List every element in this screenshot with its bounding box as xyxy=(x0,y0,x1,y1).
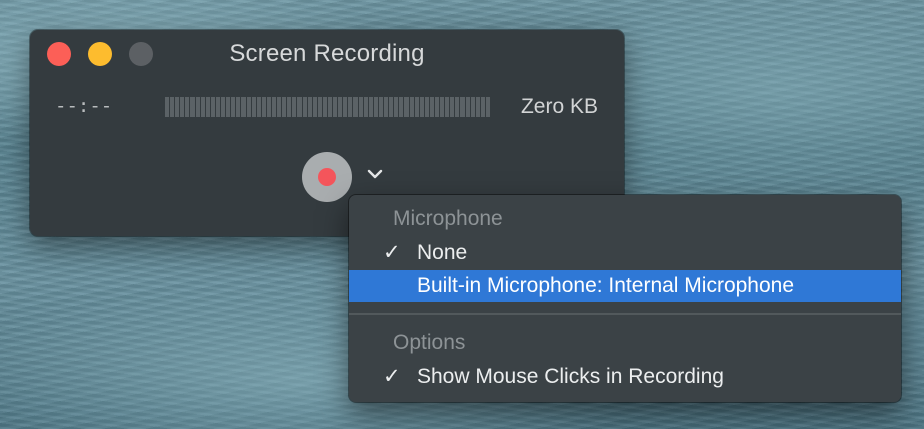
meter-segment xyxy=(195,97,200,117)
meter-segment xyxy=(200,97,205,117)
file-size: Zero KB xyxy=(520,95,598,118)
meter-segment xyxy=(317,97,322,117)
meter-segment xyxy=(363,97,368,117)
meter-segment xyxy=(429,97,434,117)
meter-segment xyxy=(353,97,358,117)
options-menu: Microphone ✓ None Built-in Microphone: I… xyxy=(349,195,901,402)
meter-segment xyxy=(368,97,373,117)
meter-segment xyxy=(297,97,302,117)
meter-segment xyxy=(485,97,490,117)
menu-separator xyxy=(349,313,901,315)
meter-segment xyxy=(440,97,445,117)
meter-segment xyxy=(277,97,282,117)
record-button[interactable] xyxy=(302,152,352,202)
meter-segment xyxy=(333,97,338,117)
menu-item-label: None xyxy=(417,241,468,264)
meter-segment xyxy=(190,97,195,117)
window-title: Screen Recording xyxy=(229,40,425,67)
record-icon xyxy=(318,168,336,186)
meter-segment xyxy=(287,97,292,117)
meter-segment xyxy=(338,97,343,117)
meter-segment xyxy=(246,97,251,117)
meter-segment xyxy=(389,97,394,117)
meter-segment xyxy=(210,97,215,117)
meter-segment xyxy=(282,97,287,117)
meter-segment xyxy=(307,97,312,117)
meter-segment xyxy=(221,97,226,117)
meter-segment xyxy=(292,97,297,117)
meter-segment xyxy=(434,97,440,117)
checkmark-icon: ✓ xyxy=(383,365,401,388)
meter-segment xyxy=(251,97,256,117)
meter-segment xyxy=(241,97,246,117)
meter-segment xyxy=(450,97,455,117)
meter-segment xyxy=(236,97,241,117)
meter-segment xyxy=(414,97,419,117)
chevron-down-icon[interactable] xyxy=(366,168,384,180)
menu-item-label: Show Mouse Clicks in Recording xyxy=(417,365,724,388)
meter-segment xyxy=(231,97,236,117)
meter-segment xyxy=(185,97,190,117)
meter-segment xyxy=(170,97,175,117)
meter-segment xyxy=(205,97,210,117)
meter-segment xyxy=(266,97,271,117)
meter-segment xyxy=(215,97,221,117)
meter-segment xyxy=(175,97,180,117)
meter-segment xyxy=(424,97,429,117)
menu-header-options: Options xyxy=(393,331,466,354)
elapsed-time: --:-- xyxy=(55,95,113,117)
meter-segment xyxy=(348,97,353,117)
meter-segment xyxy=(312,97,317,117)
meter-segment xyxy=(261,97,266,117)
menu-item-label: Built-in Microphone: Internal Microphone xyxy=(417,274,795,297)
meter-segment xyxy=(322,97,327,117)
meter-segment xyxy=(404,97,409,117)
meter-segment xyxy=(358,97,363,117)
meter-segment xyxy=(480,97,485,117)
menu-item-microphone-none[interactable]: ✓ None xyxy=(349,237,901,269)
meter-segment xyxy=(271,97,277,117)
meter-segment xyxy=(419,97,424,117)
meter-segment xyxy=(226,97,231,117)
meter-segment xyxy=(343,97,348,117)
meter-segment xyxy=(399,97,404,117)
meter-segment xyxy=(165,97,170,117)
meter-segment xyxy=(384,97,389,117)
menu-item-builtin-microphone[interactable]: Built-in Microphone: Internal Microphone xyxy=(349,270,901,302)
meter-segment xyxy=(302,97,307,117)
audio-level-meter xyxy=(165,97,490,117)
menu-header-microphone: Microphone xyxy=(393,207,503,230)
meter-segment xyxy=(475,97,480,117)
meter-segment xyxy=(465,97,470,117)
meter-segment xyxy=(409,97,414,117)
meter-segment xyxy=(394,97,399,117)
menu-item-show-mouse-clicks[interactable]: ✓ Show Mouse Clicks in Recording xyxy=(349,361,901,393)
meter-segment xyxy=(256,97,261,117)
meter-segment xyxy=(378,97,384,117)
meter-segment xyxy=(455,97,460,117)
checkmark-icon: ✓ xyxy=(383,241,401,264)
meter-segment xyxy=(470,97,475,117)
meter-segment xyxy=(445,97,450,117)
meter-segment xyxy=(373,97,378,117)
meter-segment xyxy=(328,97,333,117)
meter-segment xyxy=(180,97,185,117)
meter-segment xyxy=(460,97,465,117)
